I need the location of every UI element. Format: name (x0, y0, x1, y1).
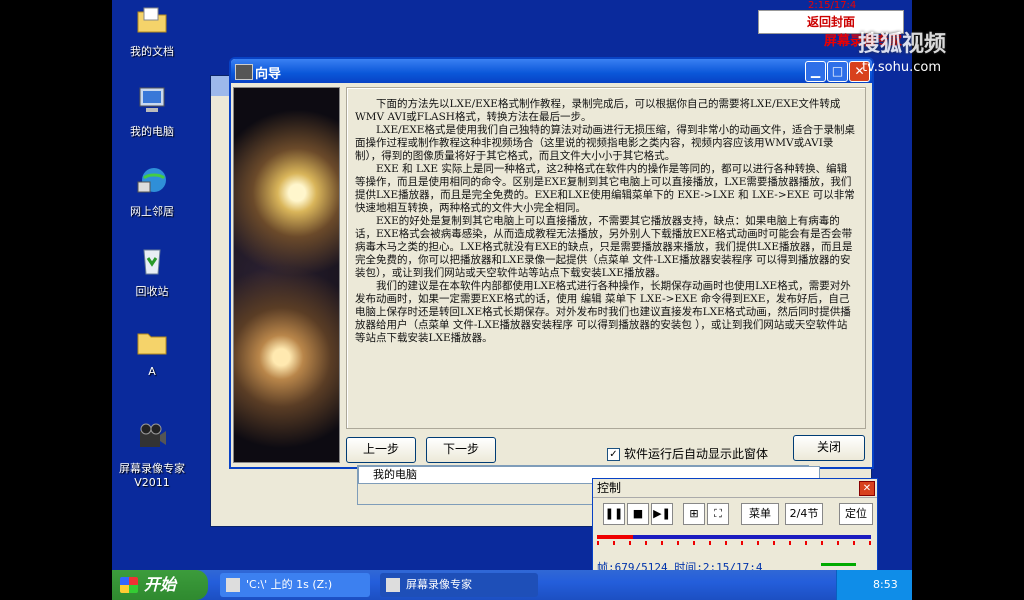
taskbar-item-recorder[interactable]: 屏幕录像专家 (380, 573, 538, 597)
volume-slider[interactable] (821, 563, 856, 566)
checkmark-icon: ✓ (607, 448, 620, 461)
recorder-icon (140, 423, 166, 447)
desktop-icon-my-documents[interactable]: 我的文档 (112, 4, 192, 59)
recorder-icon (235, 64, 253, 80)
folder-icon (137, 333, 167, 355)
start-button[interactable]: 开始 (112, 570, 208, 600)
pause-button[interactable]: ❚❚ (603, 503, 625, 525)
wizard-paragraph: LXE/EXE格式是使用我们自己独特的算法对动画进行无损压缩，得到非常小的动画文… (355, 124, 855, 162)
taskbar: 开始 'C:\' 上的 1s (Z:) 屏幕录像专家 8:53 (112, 570, 912, 600)
desktop-icon-label: 回收站 (135, 285, 169, 298)
folder-icon (226, 578, 240, 592)
desktop-icon-label: A (148, 365, 156, 378)
close-icon[interactable]: ✕ (859, 481, 875, 496)
clock[interactable]: 8:53 (873, 578, 898, 591)
recorder-icon (386, 578, 400, 592)
maximize-button[interactable]: □ (827, 61, 848, 82)
playback-control-panel: 控制 ✕ ❚❚ ■ ▶❚ ⊞ ⛶ 菜单 2/4节 定位 帧:679/5124 时… (592, 478, 878, 578)
network-icon (137, 168, 166, 193)
control-titlebar[interactable]: 控制 ✕ (593, 479, 877, 498)
playback-progress-bar[interactable] (597, 535, 871, 539)
taskbar-item-label: 屏幕录像专家 (406, 578, 472, 591)
wizard-paragraph: EXE的好处是复制到其它电脑上可以直接播放，不需要其它播放器支持，缺点：如果电脑… (355, 215, 853, 279)
system-tray: 8:53 (836, 570, 912, 600)
wizard-title: 向导 (255, 67, 282, 82)
control-title: 控制 (597, 481, 622, 495)
auto-show-checkbox-label: 软件运行后自动显示此窗体 (624, 447, 769, 461)
desktop-icon-recycle-bin[interactable]: 回收站 (112, 244, 192, 299)
minimize-button[interactable]: ▁ (805, 61, 826, 82)
recycle-bin-icon (143, 249, 161, 275)
wizard-text-panel: 下面的方法先以LXE/EXE格式制作教程，录制完成后，可以根据你自己的需要将LX… (346, 87, 866, 429)
fullscreen-button[interactable]: ⛶ (707, 503, 729, 525)
stop-button[interactable]: ■ (627, 503, 649, 525)
galaxy-image (233, 87, 340, 463)
start-label: 开始 (144, 575, 177, 594)
wizard-titlebar[interactable]: 向导 ▁ □ ✕ (231, 59, 872, 83)
folder-documents-icon (137, 7, 167, 33)
close-button[interactable]: 关闭 (793, 435, 865, 461)
section-button[interactable]: 2/4节 (785, 503, 823, 525)
sohu-watermark-url: tv.sohu.com (862, 60, 942, 75)
computer-icon (139, 87, 165, 112)
locate-button[interactable]: 定位 (839, 503, 873, 525)
desktop-icon-folder-a[interactable]: A (112, 326, 192, 378)
progress-fill (597, 535, 633, 539)
wizard-paragraph: EXE 和 LXE 实际上是同一种格式，这2种格式在软件内的操作是等同的，都可以… (355, 163, 855, 214)
windows-flag-icon (120, 577, 138, 593)
desktop-icon-label: 我的电脑 (130, 125, 174, 138)
menu-button[interactable]: 菜单 (741, 503, 779, 525)
desktop-icon-network[interactable]: 网上邻居 (112, 164, 192, 219)
desktop-icon-recorder[interactable]: 屏幕录像专家 V2011 (112, 408, 192, 502)
wizard-paragraph: 下面的方法先以LXE/EXE格式制作教程，录制完成后，可以根据你自己的需要将LX… (355, 98, 841, 123)
next-frame-button[interactable]: ▶❚ (651, 503, 673, 525)
taskbar-item-drive[interactable]: 'C:\' 上的 1s (Z:) (220, 573, 370, 597)
desktop-icon-my-computer[interactable]: 我的电脑 (112, 84, 192, 139)
sohu-watermark: 搜狐视频 (858, 32, 947, 57)
auto-show-checkbox[interactable]: ✓ 软件运行后自动显示此窗体 (607, 445, 768, 462)
taskbar-item-label: 'C:\' 上的 1s (Z:) (246, 578, 333, 591)
next-step-button[interactable]: 下一步 (426, 437, 496, 463)
section-ticks (597, 541, 871, 545)
prev-step-button[interactable]: 上一步 (346, 437, 416, 463)
wizard-dialog: 向导 ▁ □ ✕ 下面的方法先以LXE/EXE格式制作教程，录制完成后，可以根据… (229, 57, 874, 469)
desktop-icon-label: 我的文档 (130, 45, 174, 58)
wizard-paragraph: 我们的建议是在本软件内部都使用LXE格式进行各种操作，长期保存动画时也使用LXE… (355, 280, 851, 344)
desktop-icon-label: 屏幕录像专家 V2011 (119, 462, 185, 489)
desktop-icon-label: 网上邻居 (130, 205, 174, 218)
fit-window-button[interactable]: ⊞ (683, 503, 705, 525)
